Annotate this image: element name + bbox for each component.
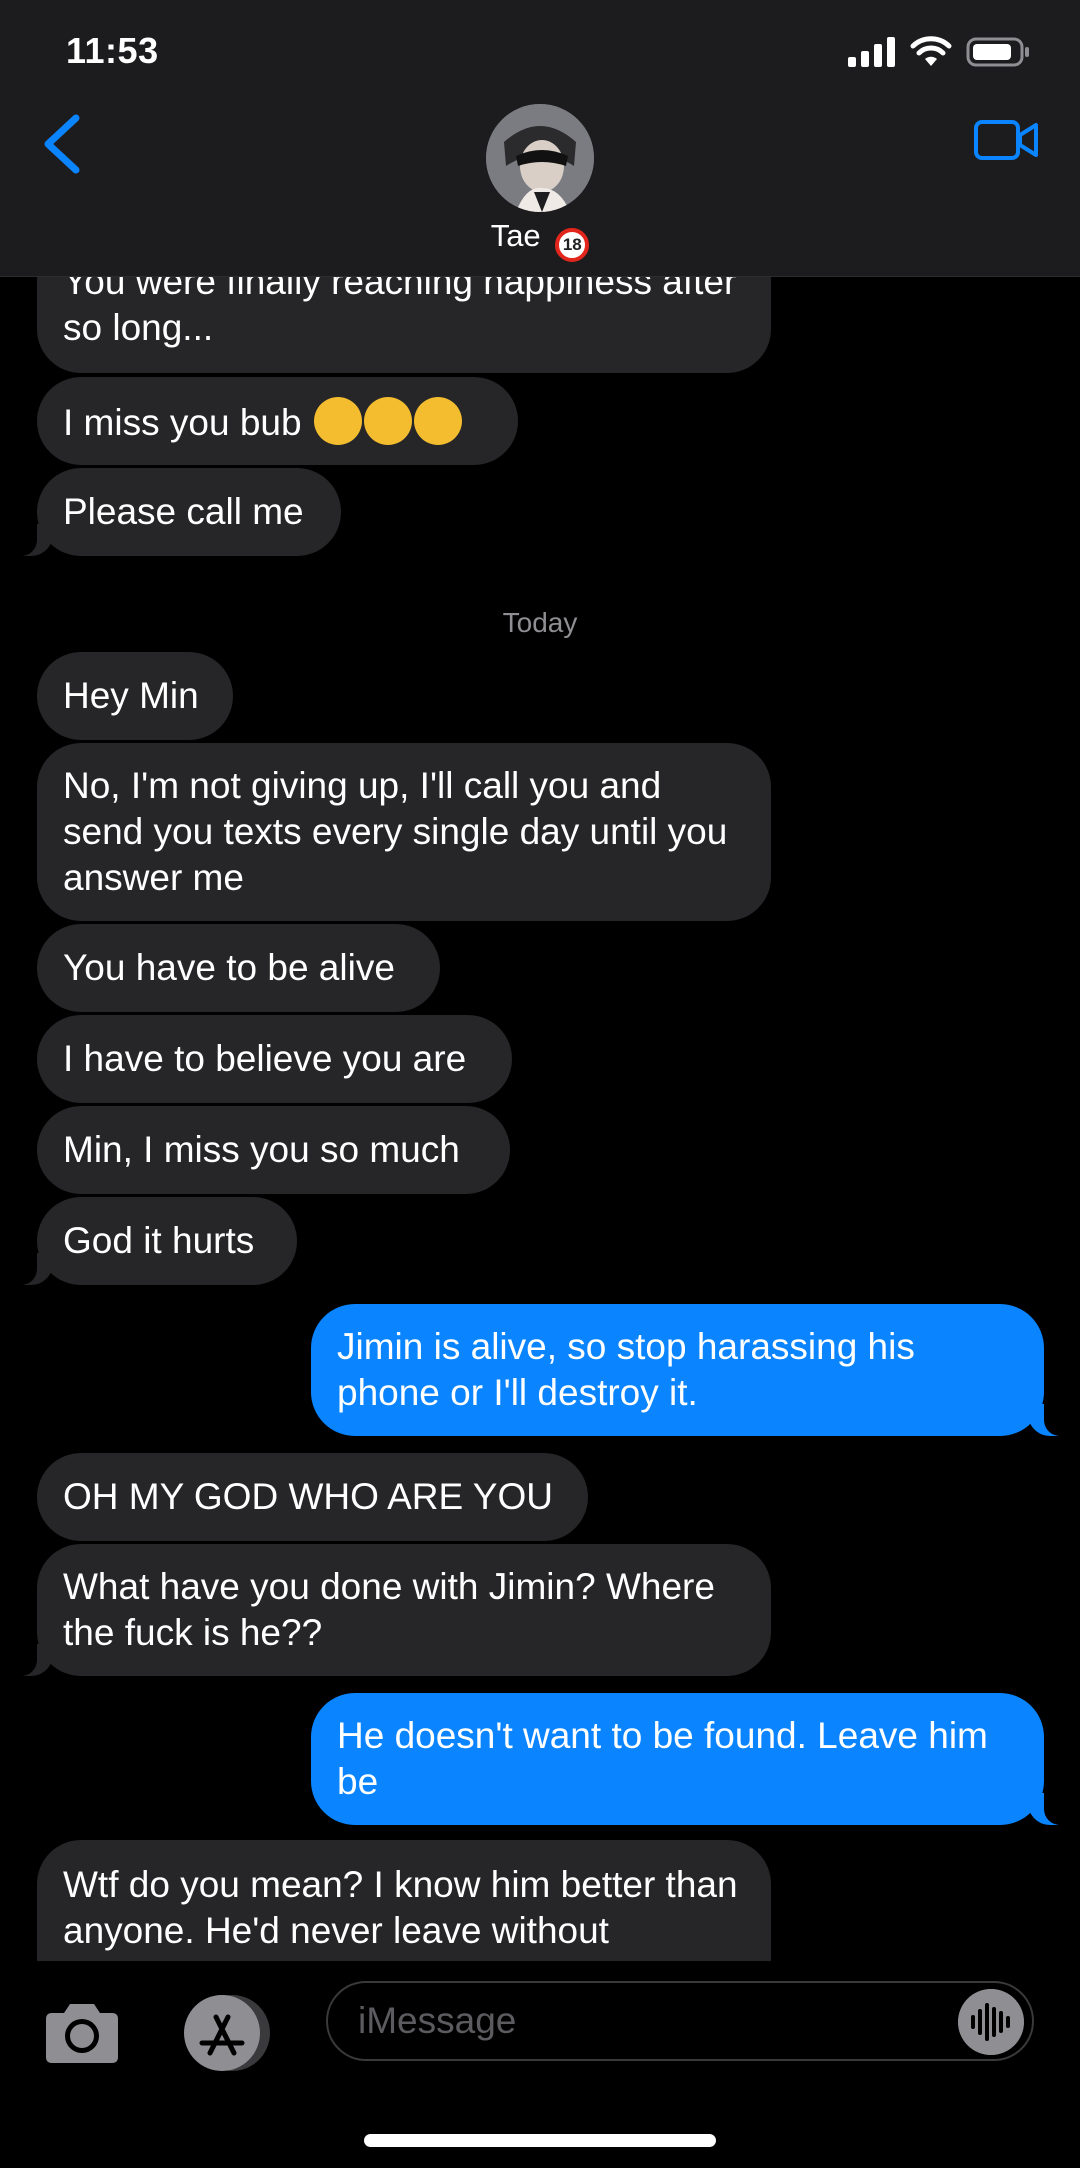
contact-avatar[interactable] [486,104,594,212]
cellular-signal-icon [848,37,895,67]
composer-bar: iMessage [0,1961,1080,2168]
contact-name[interactable]: Tae 18 [0,218,1080,262]
pensive-face-icon [313,396,362,445]
wifi-icon [910,36,952,66]
message-thread[interactable]: You were finally reaching happiness afte… [0,277,1080,1961]
conversation-header: 11:53 Tae 18 [0,0,1080,277]
message-text: You were finally reaching happiness afte… [63,277,737,348]
message-text: OH MY GOD WHO ARE YOU [63,1476,553,1517]
message-text: No, I'm not giving up, I'll call you and… [63,765,728,898]
message-text: Wtf do you mean? I know him better than … [63,1864,738,1951]
message-bubble-incoming[interactable]: Hey Min [37,652,233,740]
message-bubble-incoming[interactable]: OH MY GOD WHO ARE YOU [37,1453,588,1541]
message-bubble-incoming[interactable]: I have to believe you are [37,1015,512,1103]
message-bubble-incoming[interactable]: Please call me [13,468,341,556]
back-chevron-icon[interactable] [38,112,86,176]
day-separator: Today [502,607,578,638]
message-bubble-incoming[interactable]: Min, I miss you so much [37,1106,510,1194]
message-text: What have you done with Jimin? Where the… [63,1566,715,1653]
status-icons [848,36,1030,68]
message-bubble-incoming[interactable]: No, I'm not giving up, I'll call you and… [37,743,771,921]
message-bubble-incoming[interactable]: God it hurts [13,1197,297,1285]
message-bubble-outgoing[interactable]: He doesn't want to be found. Leave him b… [311,1693,1068,1825]
message-text: Min, I miss you so much [63,1129,460,1170]
message-bubble-incoming[interactable]: I miss you bub [37,377,518,465]
message-bubble-incoming[interactable]: You have to be alive [37,924,440,1012]
message-text: Hey Min [63,675,199,716]
home-indicator[interactable] [364,2134,716,2147]
message-text: He doesn't want to be found. Leave him b… [337,1715,988,1802]
imessage-placeholder: iMessage [358,2000,517,2041]
audio-waveform-icon[interactable] [958,1989,1024,2055]
camera-icon[interactable] [42,1993,122,2073]
message-bubble-incoming[interactable]: What have you done with Jimin? Where the… [13,1544,771,1676]
no-under-18-icon: 18 [555,228,590,262]
message-text-row: I miss you bub [63,396,492,446]
battery-icon [966,37,1029,67]
message-bubble-incoming[interactable]: You were finally reaching happiness afte… [37,277,771,373]
app-store-icon[interactable] [178,1987,270,2079]
status-time: 11:53 [66,30,159,71]
message-text: Please call me [63,491,304,532]
facetime-video-icon[interactable] [974,118,1038,162]
message-text: I have to believe you are [63,1038,467,1079]
message-text: I miss you bub [63,401,302,443]
pensive-face-icon [363,396,412,445]
message-text: God it hurts [63,1220,255,1261]
message-bubble-outgoing[interactable]: Jimin is alive, so stop harassing his ph… [311,1304,1068,1436]
message-text: Jimin is alive, so stop harassing his ph… [337,1326,915,1413]
imessage-input[interactable]: iMessage [326,1981,1034,2061]
message-text: You have to be alive [63,947,395,988]
contact-name-label: Tae [490,218,541,253]
pensive-face-icon [413,396,462,445]
avatar-photo [486,104,594,212]
message-bubble-incoming[interactable]: Wtf do you mean? I know him better than … [37,1840,771,1961]
